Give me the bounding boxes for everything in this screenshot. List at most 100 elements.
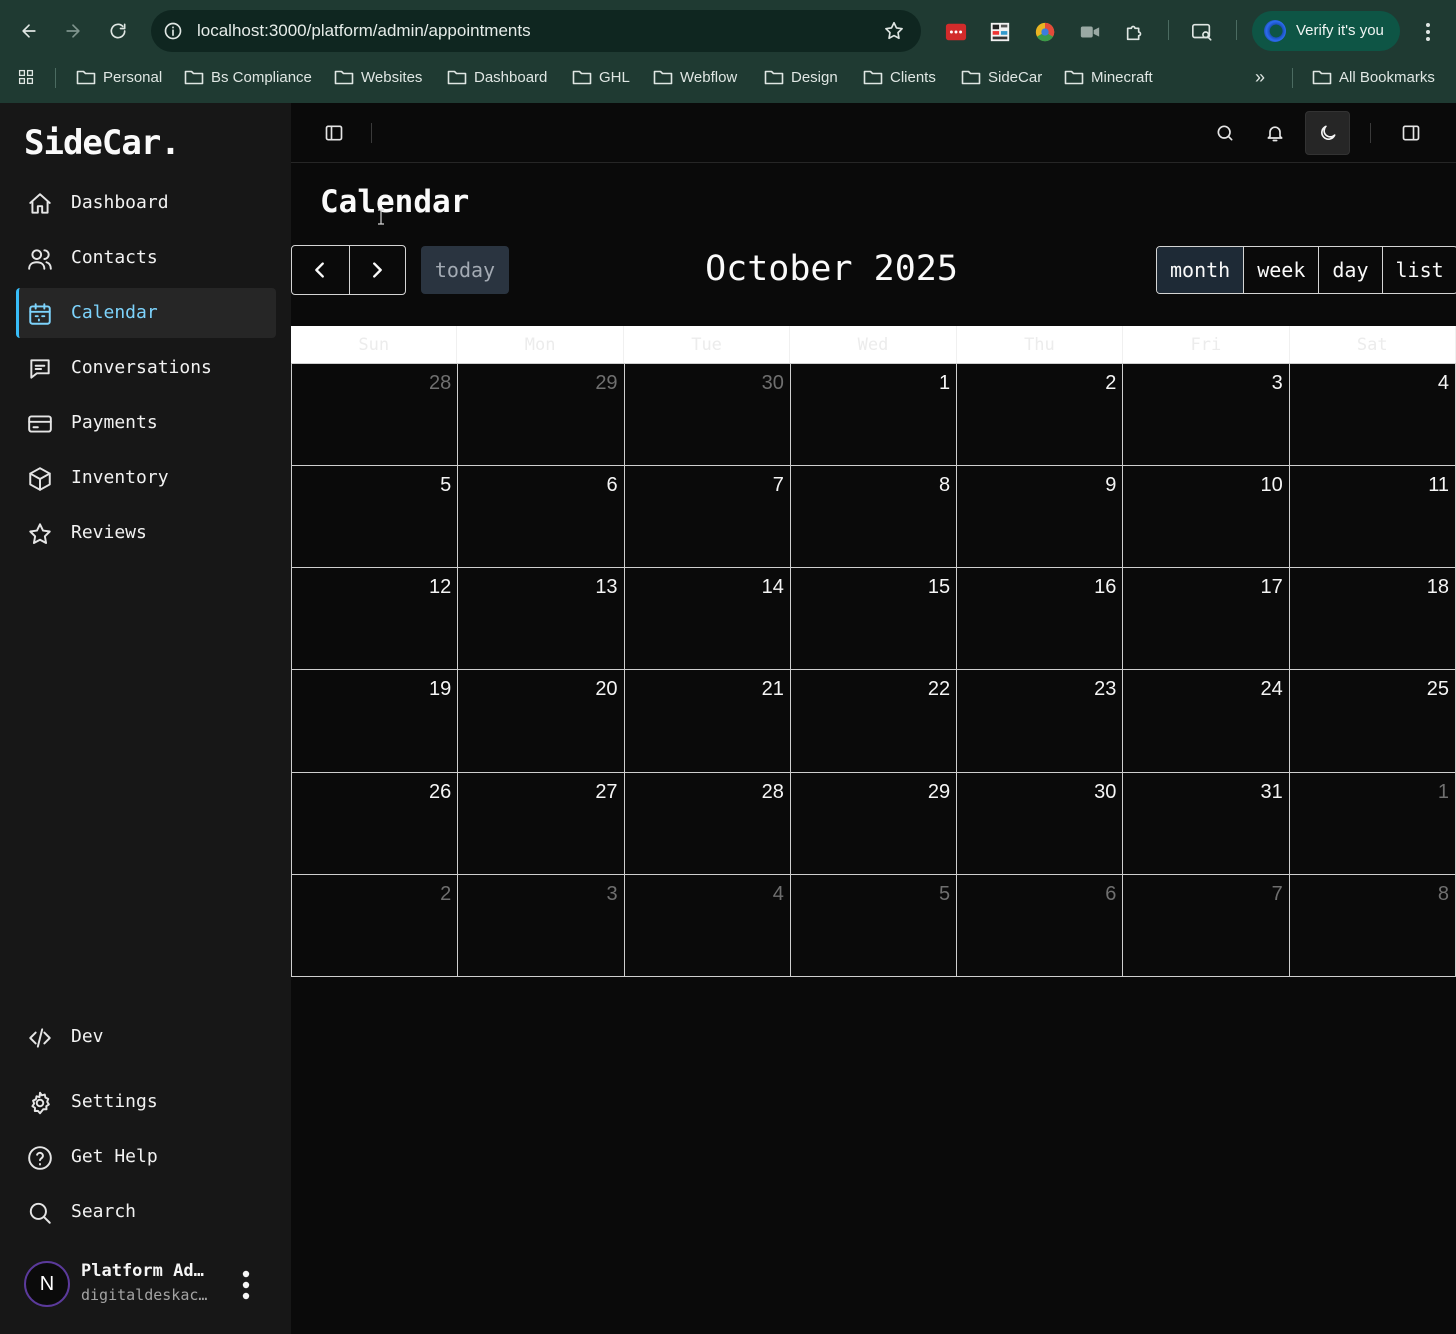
day-number[interactable]: 29 bbox=[595, 372, 617, 395]
day-number[interactable]: 2 bbox=[1105, 372, 1116, 395]
day-cell[interactable]: 29 bbox=[790, 771, 958, 874]
day-cell[interactable]: 21 bbox=[624, 669, 791, 772]
day-cell[interactable]: 25 bbox=[1289, 669, 1456, 772]
day-cell[interactable]: 30 bbox=[957, 771, 1124, 874]
day-number[interactable]: 2 bbox=[440, 883, 451, 906]
view-day-button[interactable]: day bbox=[1318, 247, 1381, 293]
day-cell[interactable]: 30 bbox=[624, 363, 791, 466]
day-cell[interactable]: 14 bbox=[624, 567, 791, 670]
notifications-button[interactable] bbox=[1255, 113, 1295, 153]
day-number[interactable]: 17 bbox=[1260, 576, 1282, 599]
day-cell[interactable]: 18 bbox=[1289, 567, 1456, 670]
day-cell[interactable]: 23 bbox=[957, 669, 1124, 772]
day-cell[interactable]: 28 bbox=[624, 771, 791, 874]
address-bar[interactable]: localhost:3000/platform/admin/appointmen… bbox=[151, 10, 921, 52]
day-number[interactable]: 30 bbox=[762, 372, 784, 395]
day-cell[interactable]: 26 bbox=[292, 771, 459, 874]
day-cell[interactable]: 2 bbox=[957, 363, 1124, 466]
day-number[interactable]: 23 bbox=[1094, 678, 1116, 701]
back-button[interactable] bbox=[15, 17, 43, 45]
day-cell[interactable]: 1 bbox=[1289, 771, 1456, 874]
view-list-button[interactable]: list bbox=[1381, 247, 1456, 293]
day-cell[interactable]: 9 bbox=[957, 465, 1124, 568]
user-card[interactable]: N Platform Ad… digitaldeskac… bbox=[24, 1258, 274, 1312]
bookmark-folder[interactable]: Bs Compliance bbox=[184, 66, 312, 88]
toggle-sidebar-button[interactable] bbox=[314, 113, 354, 153]
day-number[interactable]: 14 bbox=[762, 576, 784, 599]
day-cell[interactable]: 3 bbox=[458, 873, 625, 976]
day-number[interactable]: 31 bbox=[1260, 781, 1282, 804]
brand-logo[interactable]: SideCar. bbox=[24, 123, 181, 163]
day-cell[interactable]: 4 bbox=[1289, 363, 1456, 466]
bookmark-folder[interactable]: Personal bbox=[76, 66, 162, 88]
day-cell[interactable]: 24 bbox=[1123, 669, 1290, 772]
day-number[interactable]: 4 bbox=[1438, 372, 1449, 395]
day-cell[interactable]: 20 bbox=[458, 669, 625, 772]
reload-button[interactable] bbox=[104, 17, 132, 45]
day-number[interactable]: 7 bbox=[773, 474, 784, 497]
site-info-icon[interactable] bbox=[163, 21, 183, 41]
more-bookmarks-icon[interactable]: » bbox=[1255, 66, 1265, 88]
bookmark-folder[interactable]: Design bbox=[764, 66, 838, 88]
day-cell[interactable]: 2 bbox=[292, 873, 459, 976]
extension-grid-icon[interactable] bbox=[988, 20, 1012, 44]
day-cell[interactable]: 16 bbox=[957, 567, 1124, 670]
day-number[interactable]: 3 bbox=[606, 883, 617, 906]
bookmark-folder[interactable]: Minecraft bbox=[1064, 66, 1153, 88]
day-cell[interactable]: 4 bbox=[624, 873, 791, 976]
sidebar-item-dev[interactable]: Dev bbox=[16, 1012, 276, 1062]
bookmark-star-icon[interactable] bbox=[883, 20, 905, 42]
day-cell[interactable]: 19 bbox=[292, 669, 459, 772]
tab-search-icon[interactable] bbox=[1190, 20, 1214, 44]
day-cell[interactable]: 22 bbox=[790, 669, 958, 772]
day-cell[interactable]: 6 bbox=[957, 873, 1124, 976]
day-number[interactable]: 8 bbox=[1438, 883, 1449, 906]
day-number[interactable]: 10 bbox=[1260, 474, 1282, 497]
day-number[interactable]: 7 bbox=[1272, 883, 1283, 906]
bookmark-folder[interactable]: Webflow bbox=[653, 66, 737, 88]
verify-profile-button[interactable]: Verify it's you bbox=[1252, 11, 1400, 51]
day-number[interactable]: 30 bbox=[1094, 781, 1116, 804]
url-text[interactable]: localhost:3000/platform/admin/appointmen… bbox=[197, 21, 531, 41]
sidebar-item-contacts[interactable]: Contacts bbox=[16, 233, 276, 283]
sidebar-item-payments[interactable]: Payments bbox=[16, 398, 276, 448]
day-number[interactable]: 6 bbox=[606, 474, 617, 497]
day-number[interactable]: 25 bbox=[1427, 678, 1449, 701]
sidebar-item-reviews[interactable]: Reviews bbox=[16, 508, 276, 558]
day-number[interactable]: 20 bbox=[595, 678, 617, 701]
puzzle-extensions-icon[interactable] bbox=[1123, 20, 1147, 44]
day-number[interactable]: 19 bbox=[429, 678, 451, 701]
day-cell[interactable]: 8 bbox=[1289, 873, 1456, 976]
day-cell[interactable]: 7 bbox=[1123, 873, 1290, 976]
day-cell[interactable]: 29 bbox=[458, 363, 625, 466]
bookmark-folder[interactable]: Websites bbox=[334, 66, 422, 88]
day-number[interactable]: 9 bbox=[1105, 474, 1116, 497]
day-number[interactable]: 24 bbox=[1260, 678, 1282, 701]
sidebar-item-settings[interactable]: Settings bbox=[16, 1077, 276, 1127]
search-button[interactable] bbox=[1205, 113, 1245, 153]
day-cell[interactable]: 15 bbox=[790, 567, 958, 670]
day-cell[interactable]: 28 bbox=[292, 363, 459, 466]
day-number[interactable]: 22 bbox=[928, 678, 950, 701]
day-cell[interactable]: 5 bbox=[790, 873, 958, 976]
bookmark-folder[interactable]: Dashboard bbox=[447, 66, 547, 88]
day-number[interactable]: 4 bbox=[773, 883, 784, 906]
day-cell[interactable]: 7 bbox=[624, 465, 791, 568]
day-number[interactable]: 8 bbox=[939, 474, 950, 497]
day-cell[interactable]: 12 bbox=[292, 567, 459, 670]
day-number[interactable]: 13 bbox=[595, 576, 617, 599]
day-number[interactable]: 5 bbox=[939, 883, 950, 906]
day-number[interactable]: 16 bbox=[1094, 576, 1116, 599]
sidebar-item-calendar[interactable]: Calendar bbox=[16, 288, 276, 338]
sidebar-item-dashboard[interactable]: Dashboard bbox=[16, 178, 276, 228]
sidebar-item-search[interactable]: Search bbox=[16, 1187, 276, 1237]
day-cell[interactable]: 6 bbox=[458, 465, 625, 568]
bookmark-folder[interactable]: SideCar bbox=[961, 66, 1042, 88]
day-cell[interactable]: 27 bbox=[458, 771, 625, 874]
day-number[interactable]: 1 bbox=[939, 372, 950, 395]
theme-toggle-button[interactable] bbox=[1305, 111, 1350, 155]
user-menu-icon[interactable] bbox=[238, 1266, 254, 1304]
day-number[interactable]: 29 bbox=[928, 781, 950, 804]
day-cell[interactable]: 17 bbox=[1123, 567, 1290, 670]
bookmark-folder[interactable]: Clients bbox=[863, 66, 936, 88]
